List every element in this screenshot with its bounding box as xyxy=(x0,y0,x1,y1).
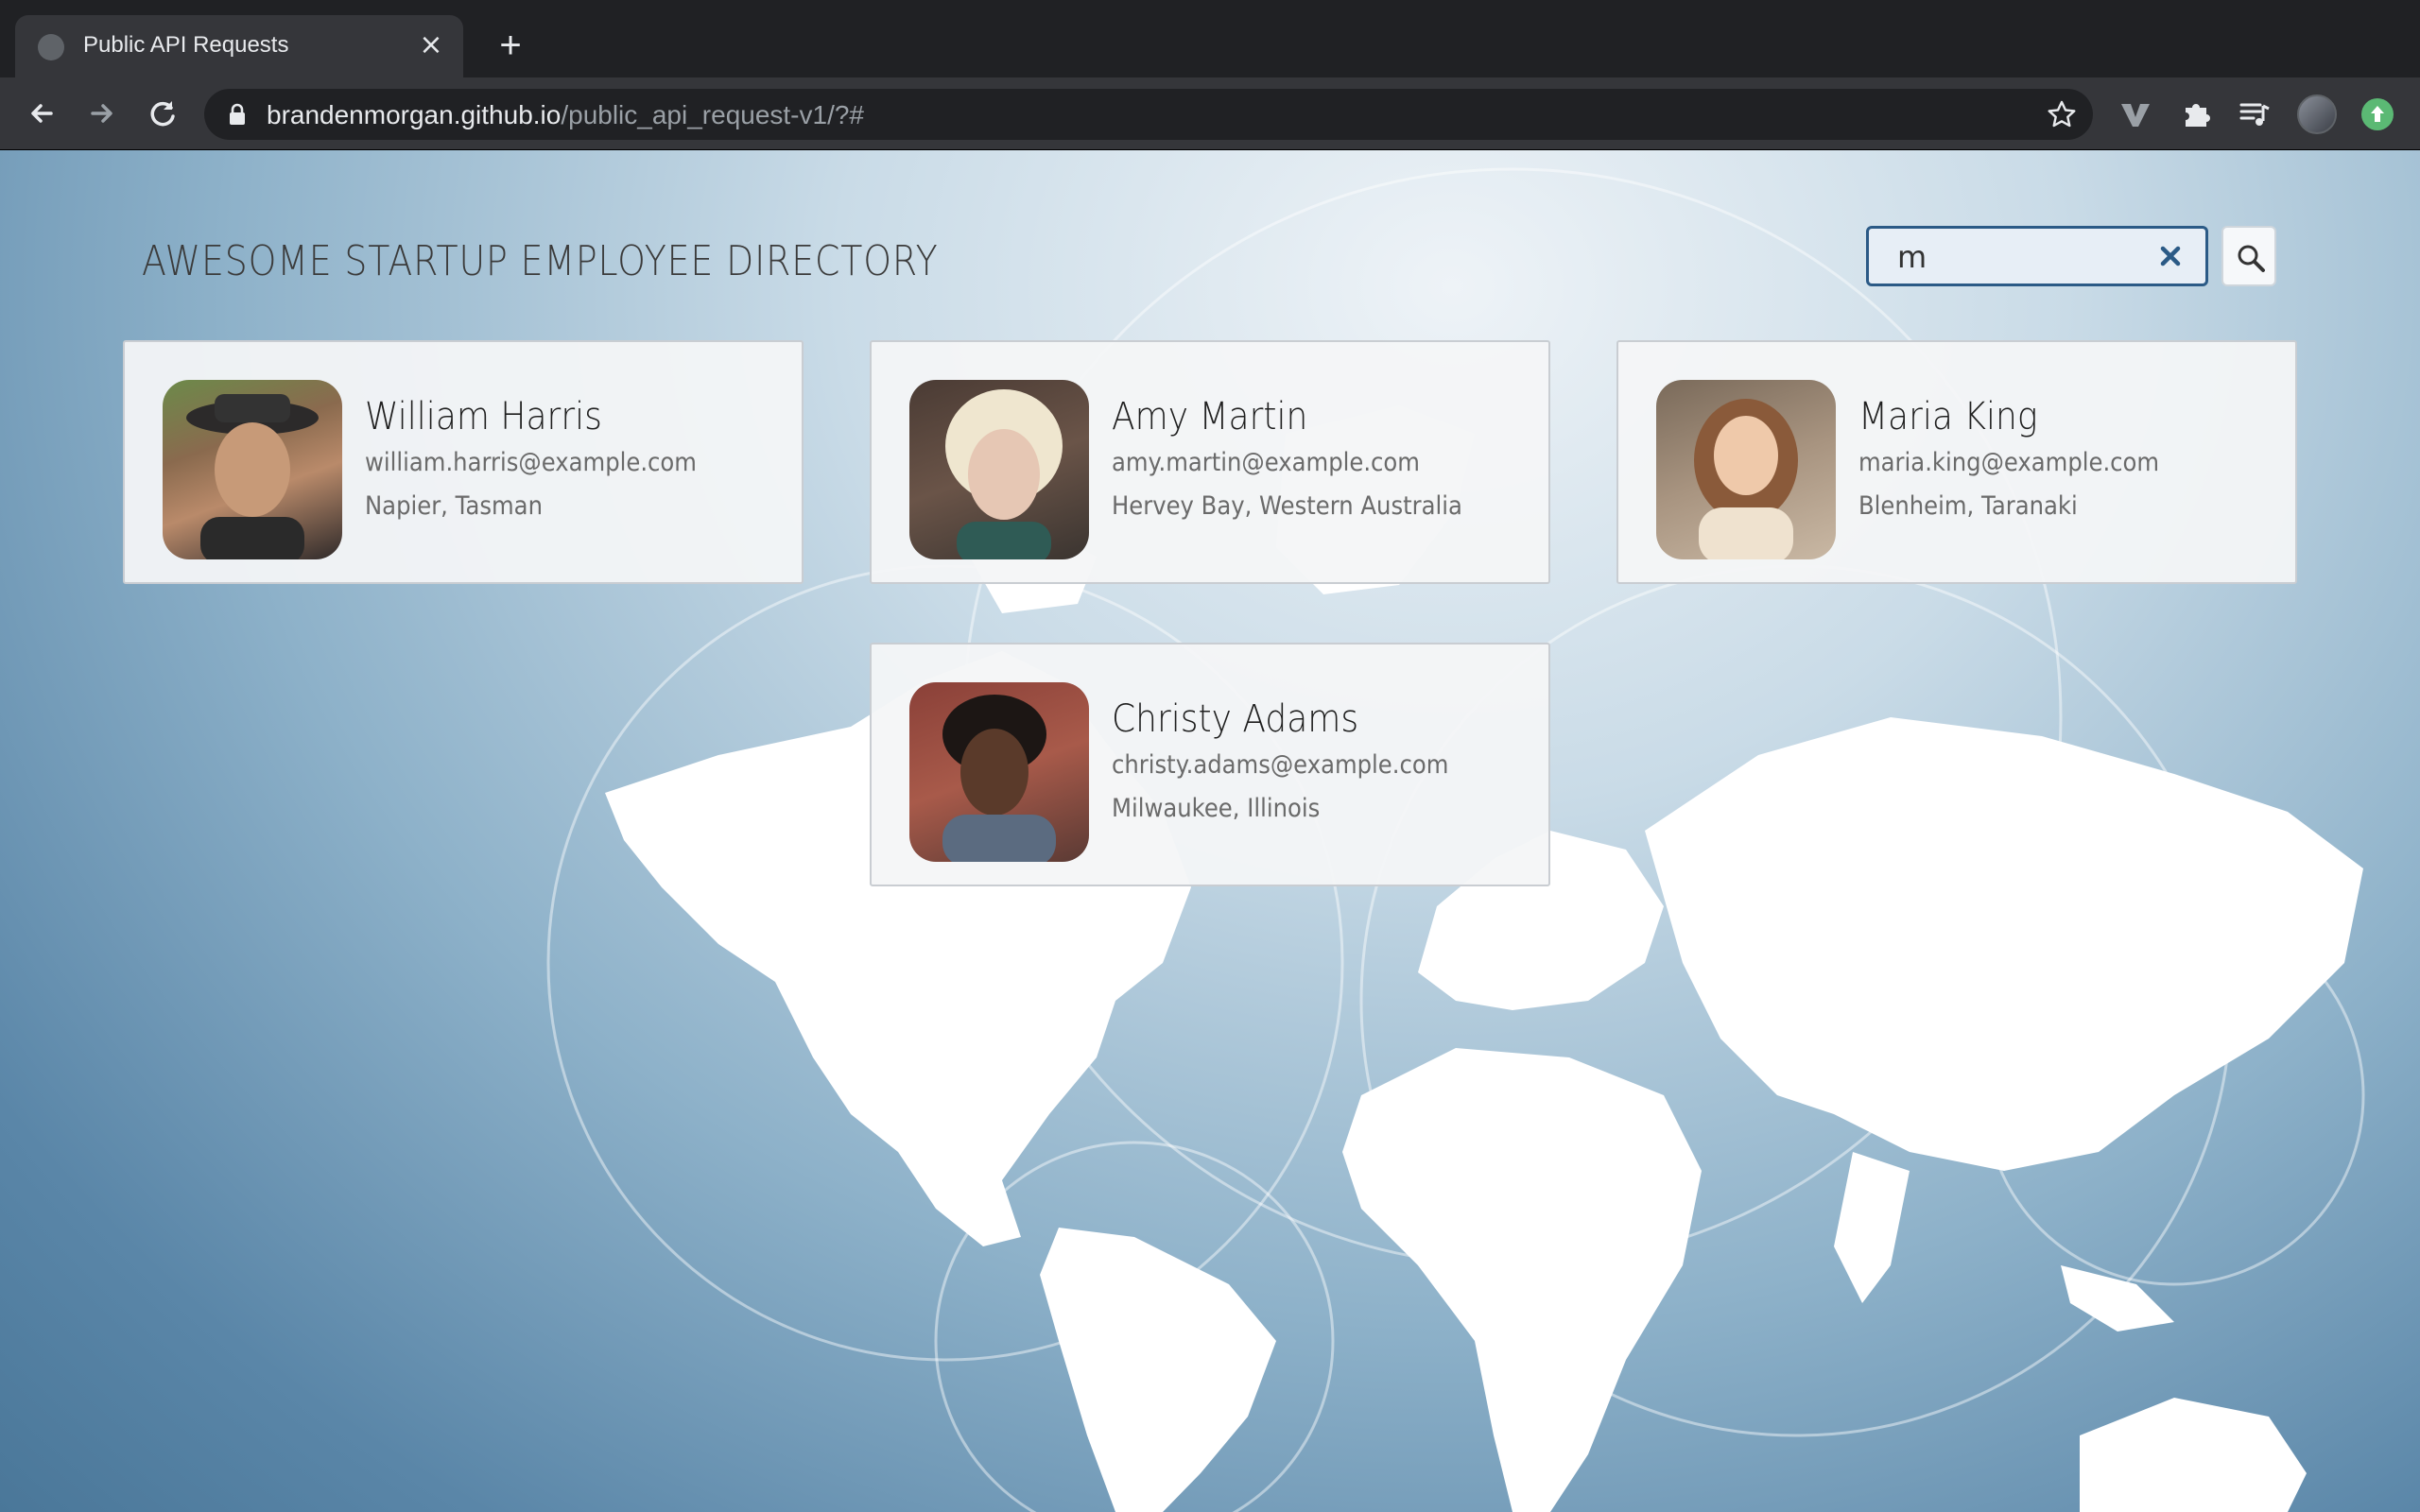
employee-name: Christy Adams xyxy=(1112,697,1359,741)
employee-photo xyxy=(909,380,1089,559)
extensions-puzzle-icon[interactable] xyxy=(2178,96,2214,132)
employee-name: Maria King xyxy=(1858,395,2038,438)
magnifier-icon xyxy=(2238,245,2265,272)
media-queue-icon[interactable] xyxy=(2237,96,2273,132)
employee-photo xyxy=(909,682,1089,862)
globe-icon xyxy=(38,34,64,60)
employee-location: Blenheim, Taranaki xyxy=(1858,491,2078,521)
vimium-extension-icon[interactable] xyxy=(2118,96,2153,132)
profile-avatar[interactable] xyxy=(2297,94,2337,134)
search-input[interactable] xyxy=(1897,238,2143,276)
reload-icon[interactable] xyxy=(144,94,182,132)
forward-arrow-icon[interactable] xyxy=(83,94,121,132)
page-body: AWESOME STARTUP EMPLOYEE DIRECTORY Willi… xyxy=(0,150,2420,1512)
employee-location: Milwaukee, Illinois xyxy=(1112,794,1321,823)
employee-email: maria.king@example.com xyxy=(1858,448,2160,477)
search-button[interactable] xyxy=(2221,226,2276,286)
browser-toolbar: brandenmorgan.github.io/public_api_reque… xyxy=(0,77,2420,150)
close-tab-icon[interactable]: × xyxy=(416,30,446,60)
tab-title: Public API Requests xyxy=(83,32,289,58)
employee-card[interactable]: William Harris william.harris@example.co… xyxy=(123,340,804,584)
browser-tab[interactable]: Public API Requests × xyxy=(15,15,463,77)
url-text: brandenmorgan.github.io/public_api_reque… xyxy=(267,100,865,129)
update-icon[interactable] xyxy=(2361,98,2394,130)
employee-card[interactable]: Amy Martin amy.martin@example.com Hervey… xyxy=(870,340,1550,584)
bookmark-star-icon[interactable] xyxy=(2046,98,2078,130)
employee-email: amy.martin@example.com xyxy=(1112,448,1420,477)
employee-name: Amy Martin xyxy=(1112,395,1308,438)
employee-email: william.harris@example.com xyxy=(365,448,697,477)
employee-photo xyxy=(163,380,342,559)
clear-search-icon[interactable] xyxy=(2156,242,2185,270)
employee-name: William Harris xyxy=(365,395,602,438)
back-arrow-icon[interactable] xyxy=(23,94,60,132)
employee-card[interactable]: Christy Adams christy.adams@example.com … xyxy=(870,643,1550,886)
employee-location: Hervey Bay, Western Australia xyxy=(1112,491,1462,521)
page-title: AWESOME STARTUP EMPLOYEE DIRECTORY xyxy=(142,237,939,285)
browser-tab-strip: Public API Requests × + xyxy=(0,0,2420,77)
employee-photo xyxy=(1656,380,1836,559)
new-tab-icon[interactable]: + xyxy=(492,26,529,64)
address-bar[interactable]: brandenmorgan.github.io/public_api_reque… xyxy=(204,89,2093,140)
employee-email: christy.adams@example.com xyxy=(1112,750,1449,780)
employee-location: Napier, Tasman xyxy=(365,491,543,521)
search-field[interactable] xyxy=(1866,226,2208,286)
lock-icon xyxy=(230,103,245,125)
employee-card[interactable]: Maria King maria.king@example.com Blenhe… xyxy=(1616,340,2297,584)
